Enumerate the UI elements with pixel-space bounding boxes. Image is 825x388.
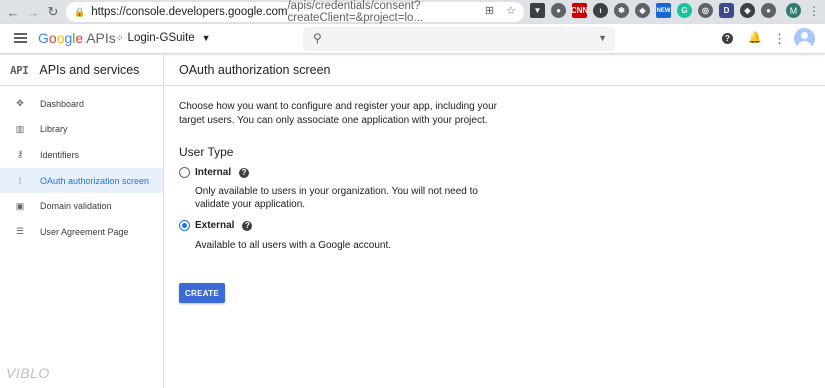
back-icon[interactable]: ← — [4, 3, 22, 21]
intro-text: Choose how you want to configure and reg… — [179, 101, 497, 126]
sidebar-item-domain-validation[interactable]: ▣ Domain validation — [0, 193, 163, 219]
sidebar-title: APIs and services — [39, 63, 140, 77]
sidebar-item-user-agreement[interactable]: ☰ User Agreement Page — [0, 219, 163, 245]
more-vert-icon[interactable]: ⋮ — [773, 31, 786, 47]
page-title: OAuth authorization screen — [165, 55, 825, 86]
search-box[interactable]: ⚲ ▼ — [303, 27, 615, 51]
reload-icon[interactable]: ↻ — [44, 3, 62, 21]
library-icon: ▥ — [15, 123, 25, 134]
sidebar-item-dashboard[interactable]: ✥ Dashboard — [0, 91, 163, 117]
extension-pin-icon[interactable]: ● — [761, 3, 776, 18]
url-host: https://console.developers.google.com — [91, 6, 288, 18]
internal-option[interactable]: Internal ? — [179, 167, 250, 178]
api-logo: API — [10, 63, 29, 77]
key-icon: ⚷ — [16, 149, 24, 160]
extension-new-icon[interactable]: NEW — [656, 3, 671, 18]
sidebar-nav: ✥ Dashboard ▥ Library ⚷ Identifiers ⁞ OA… — [0, 91, 163, 245]
extension-gear-icon[interactable]: ✱ — [614, 3, 629, 18]
internal-radio[interactable] — [179, 167, 190, 178]
extension-circle-icon[interactable]: ● — [551, 3, 566, 18]
internal-help-icon[interactable]: ? — [239, 167, 250, 178]
settings-icon: ☰ — [15, 226, 25, 237]
sidebar-item-label: User Agreement Page — [40, 226, 129, 237]
dashboard-icon: ✥ — [16, 98, 24, 109]
browser-menu-icon[interactable]: ⋮ — [808, 4, 820, 18]
lock-icon: 🔒 — [74, 6, 86, 17]
help-icon[interactable]: ? — [722, 33, 733, 44]
avatar[interactable] — [794, 28, 815, 49]
browser-profile-icon[interactable]: M — [786, 3, 801, 18]
external-option[interactable]: External ? — [179, 220, 253, 231]
external-help-icon[interactable]: ? — [242, 220, 253, 231]
search-input[interactable] — [331, 30, 591, 48]
bookmark-star-icon[interactable]: ☆ — [506, 4, 516, 17]
translate-icon[interactable]: ⊞ — [485, 4, 494, 17]
extension-grammarly-icon[interactable]: G — [677, 3, 692, 18]
user-type-heading: User Type — [179, 145, 234, 159]
extension-chrome-icon[interactable]: ◎ — [698, 3, 713, 18]
sidebar-item-oauth[interactable]: ⁞ OAuth authorization screen — [0, 167, 163, 194]
google-apis-logo[interactable]: Google APIs — [38, 30, 116, 46]
sidebar-item-library[interactable]: ▥ Library — [0, 117, 163, 143]
project-selector[interactable]: ⁘ Login-GSuite ▼ — [116, 32, 211, 44]
domain-icon: ▣ — [15, 200, 25, 211]
main-content: OAuth authorization screen Choose how yo… — [165, 55, 825, 388]
extension-d-icon[interactable]: D — [719, 3, 734, 18]
external-description: Available to all users with a Google acc… — [195, 240, 392, 251]
sidebar-header: API APIs and services — [0, 55, 163, 86]
hamburger-menu-icon[interactable] — [14, 33, 27, 43]
sidebar-item-label: OAuth authorization screen — [40, 175, 150, 186]
sidebar-item-label: Domain validation — [40, 201, 112, 212]
search-dropdown-icon[interactable]: ▼ — [598, 33, 607, 43]
viblo-watermark: VIBLO — [6, 365, 50, 381]
extension-shield-icon[interactable]: ◈ — [740, 3, 755, 18]
internal-description: Only available to users in your organiza… — [195, 186, 478, 210]
sidebar-item-label: Dashboard — [40, 98, 85, 109]
external-radio[interactable] — [179, 220, 190, 231]
caret-down-icon: ▼ — [201, 33, 211, 43]
search-icon: ⚲ — [313, 31, 322, 45]
extension-vimium-icon[interactable]: ▼ — [530, 3, 545, 18]
project-name: Login-GSuite — [127, 32, 195, 44]
browser-toolbar: ← → ↻ 🔒 https://console.developers.googl… — [0, 0, 825, 24]
sidebar: API APIs and services ✥ Dashboard ▥ Libr… — [0, 55, 164, 388]
internal-label[interactable]: Internal — [195, 167, 231, 178]
extension-script-icon[interactable]: ı — [593, 3, 608, 18]
forward-icon[interactable]: → — [24, 3, 42, 21]
sidebar-item-identifiers[interactable]: ⚷ Identifiers — [0, 142, 163, 168]
extension-cnn-icon[interactable]: CNN — [571, 3, 588, 18]
consent-icon: ⁞ — [18, 175, 22, 186]
address-bar[interactable]: 🔒 https://console.developers.google.com /… — [66, 0, 524, 24]
sidebar-item-label: Identifiers — [40, 149, 80, 160]
app-header: Google APIs ⁘ Login-GSuite ▼ ⚲ ▼ ? 🔔 ⋮ — [0, 24, 825, 54]
external-label[interactable]: External — [195, 220, 234, 231]
sidebar-item-label: Library — [40, 124, 68, 135]
notifications-icon[interactable]: 🔔 — [748, 31, 762, 44]
project-dots-icon: ⁘ — [116, 32, 124, 43]
extension-puzzle-icon[interactable]: ◆ — [635, 3, 650, 18]
create-button[interactable]: CREATE — [179, 283, 225, 303]
